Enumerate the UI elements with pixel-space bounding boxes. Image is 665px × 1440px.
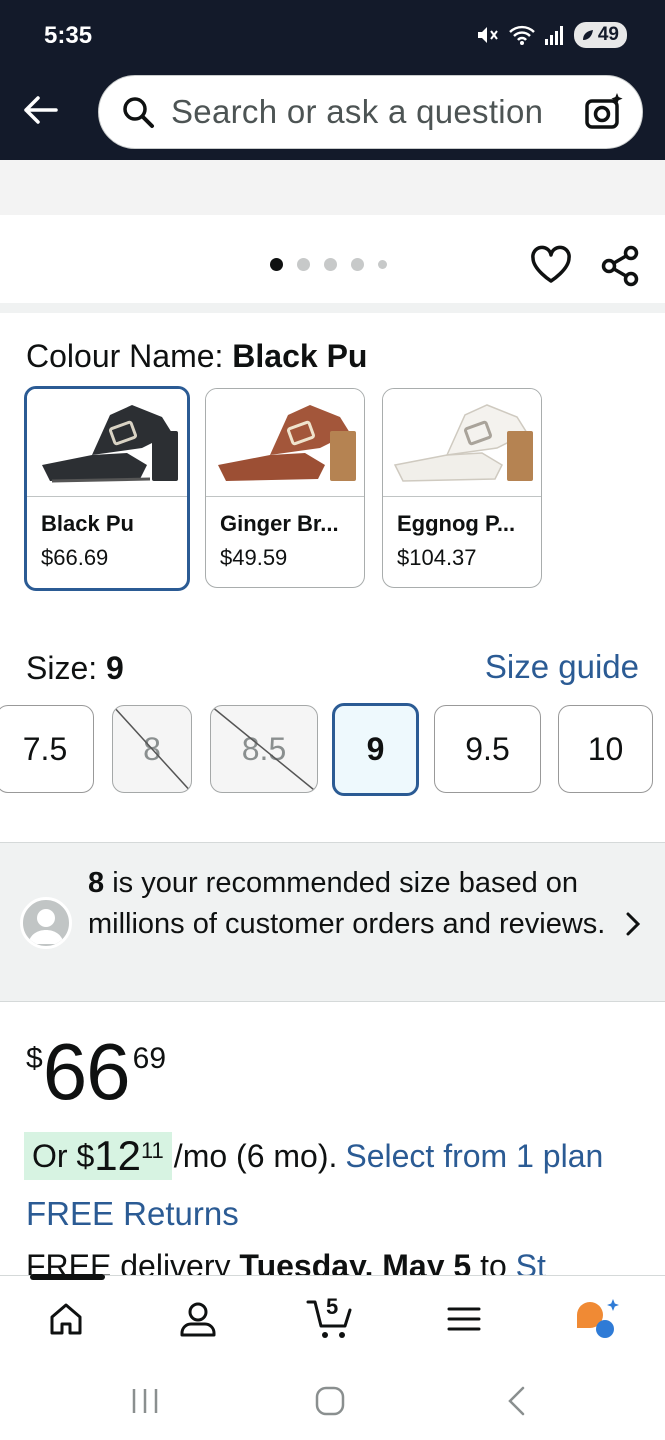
delivery-date: Tuesday, May 5	[239, 1248, 472, 1276]
carousel-dot[interactable]	[270, 258, 283, 271]
size-option-label: 9	[366, 731, 385, 767]
size-option-label: 7.5	[22, 730, 68, 767]
size-option-9-selected[interactable]: 9	[332, 703, 419, 796]
app-header: 5:35 49 Search or ask a question	[0, 0, 665, 160]
installment-term: /mo (6 mo).	[173, 1138, 338, 1174]
camera-search-icon[interactable]	[584, 92, 624, 132]
carousel-dot[interactable]	[351, 258, 364, 271]
free-returns-link[interactable]: FREE Returns	[26, 1195, 239, 1233]
installment-whole: 12	[94, 1132, 141, 1179]
wishlist-heart-icon[interactable]	[530, 245, 572, 285]
system-navigation-bar	[0, 1365, 665, 1440]
size-option-label: 9.5	[465, 730, 510, 767]
colour-selected-value: Black Pu	[232, 338, 368, 374]
installment-plan: Or $ 12 11 /mo (6 mo). Select from 1 pla…	[24, 1132, 603, 1180]
size-label: Size: 9	[26, 650, 124, 687]
price-whole: 66	[42, 1027, 131, 1116]
recommendation-body: is your recommended size based on millio…	[88, 867, 606, 940]
size-recommendation[interactable]: 8 is your recommended size based on mill…	[0, 842, 665, 1002]
strikethrough-icon	[113, 706, 191, 792]
select-plan-link[interactable]: Select from 1 plan	[345, 1138, 603, 1175]
nav-account[interactable]	[168, 1294, 228, 1344]
colour-swatch-black[interactable]: Black Pu $66.69	[24, 386, 190, 591]
nav-home[interactable]	[36, 1294, 96, 1344]
price-symbol: $	[26, 1042, 43, 1075]
size-option-8-5-unavailable[interactable]: 8.5	[210, 705, 318, 793]
delivery-mid: to	[471, 1248, 516, 1276]
home-button-icon[interactable]	[314, 1385, 346, 1417]
recommendation-text: 8 is your recommended size based on mill…	[88, 863, 618, 945]
active-tab-indicator	[30, 1274, 105, 1280]
arrow-left-icon	[24, 96, 58, 124]
delivery-location-link[interactable]: St	[516, 1248, 546, 1276]
search-icon	[123, 97, 154, 128]
size-guide-link[interactable]: Size guide	[485, 648, 639, 686]
carousel-dot[interactable]	[297, 258, 310, 271]
size-option-9-5[interactable]: 9.5	[434, 705, 541, 793]
carousel-dots[interactable]	[270, 258, 387, 271]
size-option-10[interactable]: 10	[558, 705, 653, 793]
nav-menu[interactable]	[434, 1294, 494, 1344]
colour-label: Colour Name: Black Pu	[26, 338, 367, 375]
colour-label-text: Colour Name:	[26, 338, 233, 374]
carousel-dot[interactable]	[324, 258, 337, 271]
product-thumbnail	[206, 389, 364, 497]
search-placeholder: Search or ask a question	[171, 93, 544, 130]
swatch-name: Black Pu	[41, 511, 134, 536]
installment-prefix: Or $	[32, 1138, 95, 1174]
size-option-7-5[interactable]: 7.5	[0, 705, 94, 793]
chevron-right-icon	[626, 912, 641, 936]
back-nav-icon[interactable]	[505, 1385, 527, 1417]
delivery-info: FREE delivery Tuesday, May 5 to St	[26, 1248, 665, 1276]
price-fraction: 69	[132, 1042, 167, 1075]
delivery-prefix: FREE delivery	[26, 1248, 240, 1276]
installment-price: Or $ 12 11	[24, 1132, 172, 1180]
bottom-navigation: 5	[0, 1274, 665, 1365]
recommended-size: 8	[88, 867, 105, 899]
user-icon	[180, 1302, 216, 1337]
share-icon[interactable]	[600, 245, 640, 287]
swatch-price: $66.69	[41, 545, 109, 570]
signal-icon	[544, 26, 563, 45]
hamburger-menu-icon	[447, 1307, 481, 1331]
sandal-eggnog-image	[393, 403, 533, 482]
banner-placeholder	[0, 160, 665, 215]
ai-assistant-icon	[577, 1299, 619, 1338]
mute-icon	[477, 27, 498, 43]
nav-cart[interactable]: 5	[300, 1294, 360, 1344]
status-icons: 49	[476, 22, 627, 48]
status-time: 5:35	[44, 22, 93, 49]
swatch-name: Ginger Br...	[220, 511, 339, 536]
colour-swatch-ginger[interactable]: Ginger Br... $49.59	[205, 388, 365, 588]
home-icon	[50, 1303, 82, 1335]
size-option-8-unavailable[interactable]: 8	[112, 705, 192, 793]
battery-saver-icon	[582, 30, 593, 40]
recent-apps-icon[interactable]	[130, 1387, 160, 1415]
strikethrough-icon	[211, 706, 317, 792]
size-label-text: Size:	[26, 650, 107, 686]
sandal-ginger-image	[218, 404, 356, 481]
swatch-name: Eggnog P...	[397, 511, 516, 536]
nav-rufus-assistant[interactable]	[568, 1294, 628, 1344]
colour-swatch-eggnog[interactable]: Eggnog P... $104.37	[382, 388, 542, 588]
section-divider	[0, 303, 665, 313]
product-price: $ 66 69	[26, 1030, 166, 1112]
product-thumbnail	[383, 389, 541, 497]
swatch-price: $49.59	[220, 545, 288, 570]
back-button[interactable]	[20, 90, 60, 130]
sandal-black-image	[42, 404, 178, 482]
search-input[interactable]: Search or ask a question	[98, 75, 643, 149]
carousel-dot[interactable]	[378, 260, 387, 269]
wifi-icon	[509, 25, 535, 45]
product-thumbnail	[27, 389, 187, 497]
installment-fraction: 11	[140, 1138, 164, 1163]
size-selected-value: 9	[106, 650, 124, 686]
size-option-label: 10	[587, 730, 624, 767]
user-avatar-icon	[20, 897, 72, 949]
battery-indicator: 49	[573, 22, 627, 48]
swatch-price: $104.37	[397, 545, 477, 570]
cart-count-badge: 5	[326, 1294, 339, 1319]
battery-level: 49	[597, 24, 619, 45]
